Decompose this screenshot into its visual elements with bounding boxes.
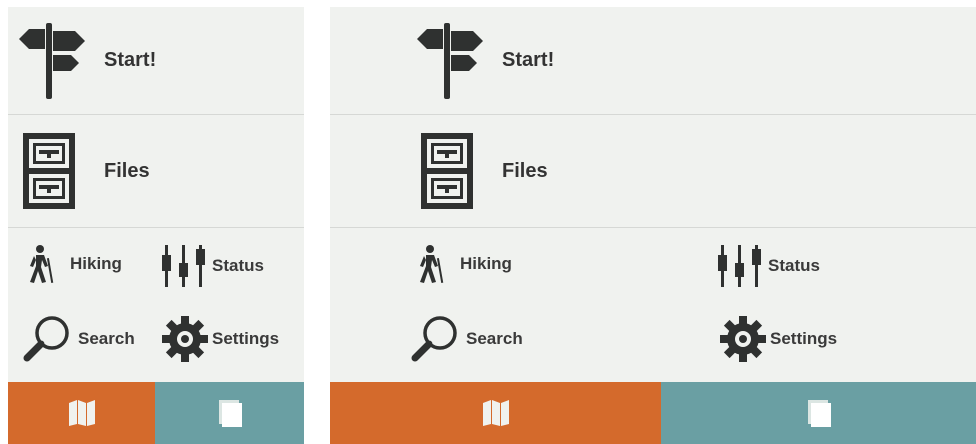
bottom-tab-bar <box>8 382 304 444</box>
sliders-icon <box>158 241 210 291</box>
narrow-main-menu: Start! Files Hiking Status Search Settin… <box>8 7 304 444</box>
status-label: Status <box>212 256 264 275</box>
files-label: Files <box>104 159 150 182</box>
settings-menu-item[interactable]: Settings <box>160 314 279 364</box>
hiking-label: Hiking <box>70 254 122 273</box>
start-label: Start! <box>502 49 555 71</box>
search-label: Search <box>78 329 135 348</box>
sliders-icon <box>714 241 766 291</box>
status-label: Status <box>768 256 820 275</box>
hiker-icon <box>414 244 454 284</box>
search-menu-item[interactable]: Search <box>408 314 523 364</box>
map-icon <box>67 398 97 428</box>
search-menu-item[interactable]: Search <box>20 314 135 364</box>
start-menu-item[interactable]: Start! <box>330 7 976 115</box>
files-menu-item[interactable]: Files <box>8 115 304 228</box>
start-label: Start! <box>104 49 157 71</box>
files-label: Files <box>502 159 548 182</box>
hiker-icon <box>24 244 64 284</box>
search-label: Search <box>466 329 523 348</box>
file-cabinet-icon <box>8 131 90 211</box>
map-tab[interactable] <box>8 382 155 444</box>
pages-tab[interactable] <box>661 382 976 444</box>
pages-icon <box>804 397 834 429</box>
pages-icon <box>215 397 245 429</box>
pages-tab[interactable] <box>155 382 304 444</box>
magnifier-icon <box>20 314 74 364</box>
hiking-menu-item[interactable]: Hiking <box>414 244 512 284</box>
gear-icon <box>718 314 768 364</box>
settings-label: Settings <box>770 329 838 348</box>
wide-main-menu: Start! Files Hiking Status Search Settin… <box>330 7 976 444</box>
status-menu-item[interactable]: Status <box>158 241 264 291</box>
signpost-icon <box>8 21 90 101</box>
status-menu-item[interactable]: Status <box>714 241 820 291</box>
gear-icon <box>160 314 210 364</box>
settings-label: Settings <box>212 329 280 348</box>
hiking-label: Hiking <box>460 254 512 273</box>
files-menu-item[interactable]: Files <box>330 115 976 228</box>
map-tab[interactable] <box>330 382 661 444</box>
settings-menu-item[interactable]: Settings <box>718 314 837 364</box>
map-icon <box>481 398 511 428</box>
bottom-tab-bar <box>330 382 976 444</box>
start-menu-item[interactable]: Start! <box>8 7 304 115</box>
file-cabinet-icon <box>406 131 488 211</box>
signpost-icon <box>406 21 488 101</box>
hiking-menu-item[interactable]: Hiking <box>24 244 122 284</box>
magnifier-icon <box>408 314 462 364</box>
